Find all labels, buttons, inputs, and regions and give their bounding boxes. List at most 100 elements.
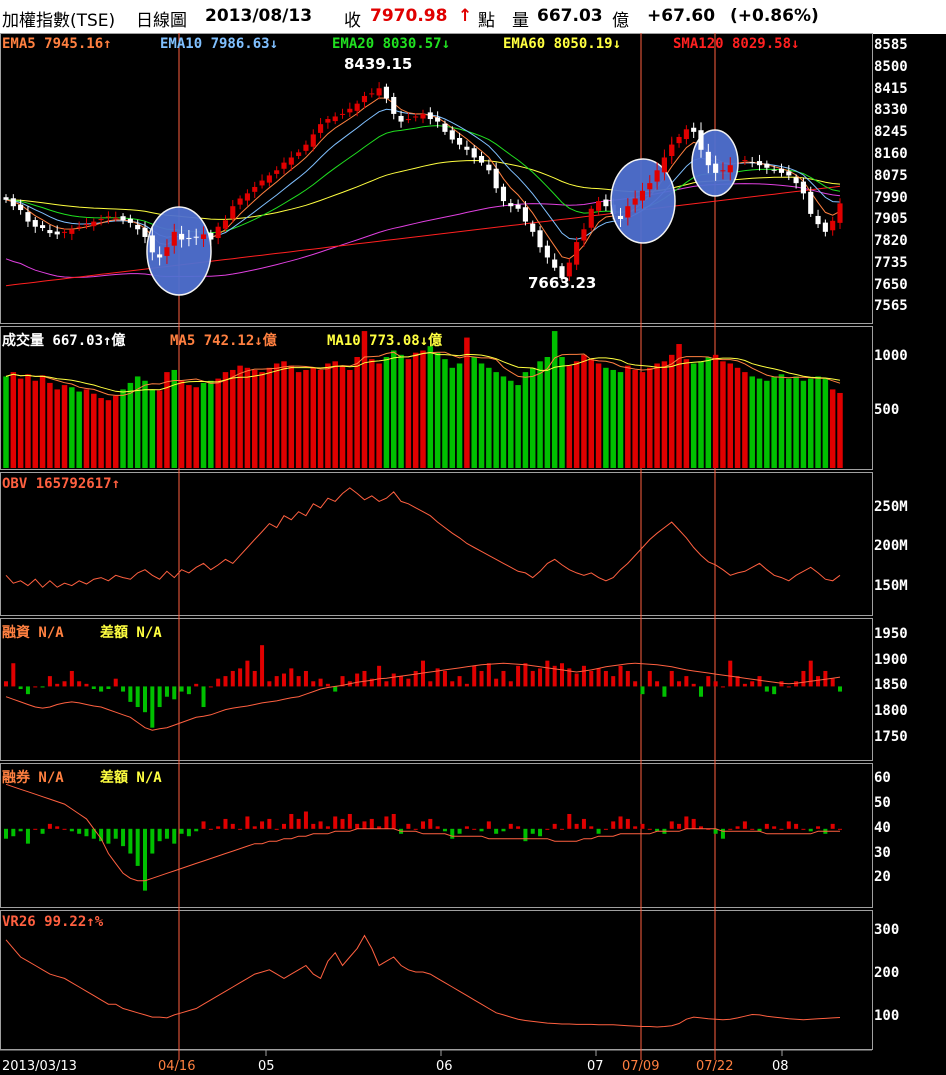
margin-diff-bar <box>194 683 199 687</box>
panel-frame-5 <box>0 910 873 1050</box>
y-tick-label: 30 <box>874 844 891 861</box>
margin-diff-bar <box>603 670 608 687</box>
y-tick-label: 8500 <box>874 58 908 75</box>
y-tick-label: 7735 <box>874 254 908 271</box>
short-diff-bar <box>786 821 791 829</box>
margin-diff-bar <box>764 686 769 692</box>
y-tick-label: 8075 <box>874 167 908 184</box>
candle-body <box>3 197 9 200</box>
short-diff-bar <box>560 828 564 830</box>
short-diff-bar <box>508 823 513 829</box>
volume-bar <box>442 359 448 468</box>
panel-frame-0 <box>0 33 873 324</box>
margin-diff-bar <box>684 676 689 687</box>
candle-body <box>647 183 653 190</box>
volume-bar <box>317 369 324 468</box>
y-tick-label: 1800 <box>874 703 908 720</box>
volume-bar <box>749 376 755 468</box>
low-annotation: 7663.23 <box>528 274 597 292</box>
legend-short: 融券 N/A <box>2 770 64 786</box>
y-tick-label: 60 <box>874 770 891 787</box>
candle-body <box>179 233 185 240</box>
margin-diff-bar <box>355 673 360 687</box>
margin-diff-bar <box>113 678 118 687</box>
volume-bar <box>281 361 287 468</box>
margin-diff-bar <box>450 681 455 687</box>
y-tick-label: 7565 <box>874 298 908 315</box>
margin-diff-bar <box>33 686 38 688</box>
margin-diff-bar <box>25 686 30 695</box>
candle-body <box>457 138 463 145</box>
candle-body <box>464 146 470 150</box>
chart-canvas <box>0 33 873 1060</box>
short-diff-bar <box>472 828 477 830</box>
x-tick-07: 07 <box>587 1059 604 1074</box>
candle-body <box>25 212 31 222</box>
margin-diff-bar <box>655 681 660 687</box>
short-diff-bar <box>574 823 579 829</box>
candle-body <box>98 219 104 221</box>
margin-diff-bar <box>296 676 301 687</box>
volume-bar <box>288 365 295 468</box>
margin-diff-bar <box>84 683 89 687</box>
candle-body <box>354 103 360 111</box>
y-tick-label: 1750 <box>874 728 908 745</box>
candle-body <box>530 223 536 232</box>
volume-bar <box>303 369 309 468</box>
y-tick-label: 7650 <box>874 276 908 293</box>
volume-bar <box>683 359 690 468</box>
volume-bar <box>105 400 112 468</box>
volume-bar <box>398 354 404 468</box>
candle-body <box>398 115 404 122</box>
short-diff-bar <box>428 818 433 829</box>
volume-bar <box>486 367 492 468</box>
margin-diff-bar <box>201 686 206 708</box>
legend-ema5: EMA5 7945.16↑ <box>2 36 112 52</box>
volume-bar <box>559 357 565 468</box>
volume-bar <box>193 387 199 468</box>
candle-body <box>142 227 148 237</box>
volume-bar <box>471 357 477 468</box>
candle-body <box>778 168 785 173</box>
candle-body <box>149 235 155 253</box>
short-diff-bar <box>384 816 389 829</box>
candle-body <box>632 198 638 205</box>
short-diff-bar <box>245 816 250 829</box>
volume-bar <box>222 372 229 468</box>
candle-body <box>683 129 689 140</box>
volume-bar <box>822 378 829 468</box>
volume-bar <box>449 367 456 468</box>
candle-body <box>47 230 53 234</box>
y-tick-label: 1950 <box>874 625 908 642</box>
margin-diff-bar <box>208 686 213 688</box>
short-diff-bar <box>772 826 777 829</box>
candle-body <box>552 259 558 268</box>
volume-bar <box>142 380 148 468</box>
candle-body <box>603 199 609 207</box>
y-tick-label: 200M <box>874 538 908 555</box>
candle-body <box>830 220 836 231</box>
margin-diff-bar <box>464 683 469 687</box>
margin-diff-bar <box>699 686 703 697</box>
margin-diff-bar <box>713 681 718 687</box>
volume-bar <box>215 378 221 468</box>
volume-bar <box>698 361 704 468</box>
margin-diff-bar <box>91 686 96 689</box>
volume-bar <box>376 363 382 468</box>
candle-body <box>639 190 646 201</box>
candle-body <box>281 162 287 169</box>
volume-bar <box>786 378 792 468</box>
margin-diff-bar <box>786 686 791 688</box>
margin-diff-bar <box>333 686 338 692</box>
volume-bar <box>712 354 719 468</box>
volume-bar <box>412 352 419 468</box>
short-diff-bar <box>223 818 228 829</box>
volume-bar <box>625 365 631 468</box>
volume-bar <box>493 372 499 468</box>
short-diff-bar <box>238 828 243 830</box>
candle-body <box>413 116 419 118</box>
margin-diff-bar <box>706 676 711 687</box>
candle-body <box>339 113 346 115</box>
legend-volume-ma10: MA10 773.08↓億 <box>327 333 443 349</box>
short-diff-bar <box>552 823 557 829</box>
